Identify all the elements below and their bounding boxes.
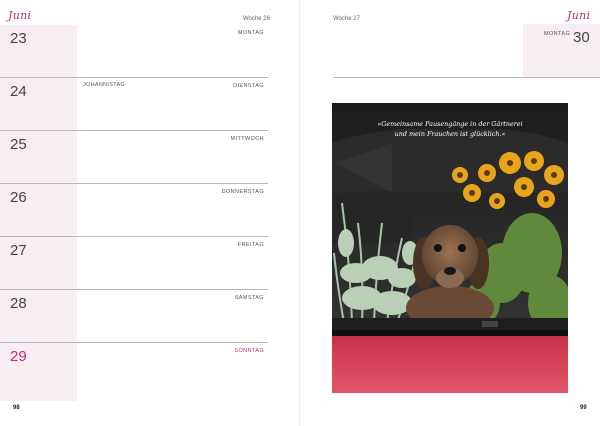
day-number: 26 (10, 189, 27, 206)
day-number: 25 (10, 136, 27, 153)
day-number: 24 (10, 83, 27, 100)
day-name: SAMSTAG (234, 295, 264, 301)
day-row-monday[interactable]: 23 MONTAG (0, 25, 268, 78)
day-number: 28 (10, 295, 27, 312)
day-number: 23 (10, 30, 27, 47)
day-row-monday-next[interactable]: MONTAG 30 (523, 24, 600, 77)
day-row-tuesday[interactable]: 24 DIENSTAG JOHANNISTAG (0, 78, 268, 131)
dog-photo: »Gemeinsame Pausengänge in der Gärtnerei… (332, 103, 568, 393)
month-label-right: Juni (567, 9, 591, 22)
day-row-thursday[interactable]: 26 DONNERSTAG (0, 184, 268, 237)
day-name: SONNTAG (234, 348, 264, 354)
day-number: 29 (10, 348, 27, 365)
day-name: DONNERSTAG (221, 189, 264, 195)
day-row-friday[interactable]: 27 FREITAG (0, 237, 268, 290)
day-name: MONTAG (237, 30, 264, 36)
holiday-label: JOHANNISTAG (83, 82, 126, 88)
week-label-right: Woche 27 (333, 16, 360, 22)
day-number: 27 (10, 242, 27, 259)
month-label-left: Juni (8, 9, 32, 22)
day-name: DIENSTAG (233, 83, 264, 89)
quote-line-2: und mein Frauchen ist glücklich.« (394, 130, 506, 138)
day-row-sunday[interactable]: 29 SONNTAG (0, 343, 268, 401)
day-name: MONTAG (544, 31, 571, 37)
row-divider (333, 77, 600, 78)
dog-in-car-trunk-illustration (332, 103, 568, 393)
page-number-left: 98 (13, 405, 20, 411)
page-number-right: 99 (580, 405, 587, 411)
day-row-saturday[interactable]: 28 SAMSTAG (0, 290, 268, 343)
week-label-left: Woche 26 (243, 16, 270, 22)
left-page: Juni Woche 26 23 MONTAG 24 DIENSTAG JOHA… (0, 0, 300, 426)
day-number: 30 (573, 29, 590, 46)
quote-line-1: »Gemeinsame Pausengänge in der Gärtnerei (377, 120, 523, 128)
photo-quote: »Gemeinsame Pausengänge in der Gärtnerei… (342, 119, 558, 139)
day-name: MITTWOCH (230, 136, 264, 142)
day-row-wednesday[interactable]: 25 MITTWOCH (0, 131, 268, 184)
day-name: FREITAG (237, 242, 264, 248)
